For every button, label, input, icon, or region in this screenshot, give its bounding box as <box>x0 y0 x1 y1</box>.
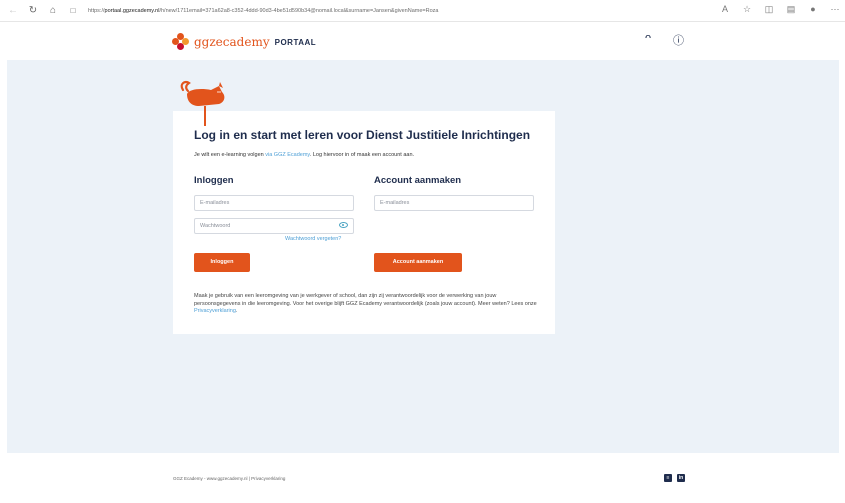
favorite-icon[interactable]: ☆ <box>741 4 753 15</box>
footer-text: GGZ Ecademy - www.ggzecademy.nl | Privac… <box>173 476 286 481</box>
site-footer: GGZ Ecademy - www.ggzecademy.nl | Privac… <box>0 470 845 490</box>
password-placeholder: Wachtwoord <box>200 223 231 229</box>
profile-icon[interactable]: ● <box>807 4 819 15</box>
linkedin-icon[interactable]: in <box>677 474 685 482</box>
cat-illustration <box>180 80 225 126</box>
privacy-note-end: . <box>235 308 238 315</box>
privacy-link[interactable]: Privacyverklaring <box>194 308 236 314</box>
address-bar[interactable]: https://portaal.ggzecademy.nl/h/new/1711… <box>88 8 708 14</box>
url-rest: /h/new/1711email=371a62a8-c352-4ddd-90d3… <box>159 7 439 14</box>
user-icon[interactable]: ᴖ <box>645 32 651 44</box>
login-button[interactable]: Inloggen <box>194 253 250 272</box>
home-icon[interactable]: ⌂ <box>46 5 60 16</box>
url-prefix: https:// <box>88 7 105 14</box>
split-screen-icon[interactable]: ◫ <box>763 4 775 15</box>
url-domain: portaal.ggzecademy.nl <box>104 7 160 14</box>
logo[interactable]: ggzecademy PORTAAL <box>172 33 316 51</box>
read-aloud-icon[interactable]: A <box>719 4 731 15</box>
lock-icon[interactable]: □ <box>66 6 80 15</box>
create-email-field[interactable]: E-mailadres <box>374 195 534 211</box>
create-account-button[interactable]: Account aanmaken <box>374 253 462 272</box>
logo-text: ggzecademy <box>194 35 270 49</box>
site-header: ggzecademy PORTAAL ᴖ ⓘ <box>0 22 845 59</box>
browser-toolbar: ← ↻ ⌂ □ https://portaal.ggzecademy.nl/h/… <box>0 0 845 22</box>
logo-portaal: PORTAAL <box>274 37 317 47</box>
more-icon[interactable]: ⋯ <box>829 4 841 15</box>
login-email-field[interactable]: E-mailadres <box>194 195 354 211</box>
eye-icon[interactable] <box>339 222 348 228</box>
create-account-heading: Account aanmaken <box>374 175 462 186</box>
intro-text: Je wilt een e-learning volgen via GGZ Ec… <box>194 152 414 158</box>
login-heading: Inloggen <box>194 175 234 186</box>
browser-actions: A ☆ ◫ ▤ ● ⋯ <box>719 4 841 15</box>
privacy-note: Maak je gebruik van een leeromgeving van… <box>194 293 544 316</box>
help-icon[interactable]: ⓘ <box>673 32 684 48</box>
forgot-password-link[interactable]: Wachtwoord vergeten? <box>285 236 341 242</box>
back-icon[interactable]: ← <box>6 5 20 16</box>
newsletter-icon[interactable]: ≡ <box>664 474 672 482</box>
create-email-placeholder: E-mailadres <box>380 200 410 206</box>
page-title: Log in en start met leren voor Dienst Ju… <box>194 128 531 142</box>
intro-before: Je wilt een e-learning volgen <box>194 152 266 158</box>
ggz-ecademy-link[interactable]: via GGZ Ecademy <box>265 152 310 158</box>
logo-mark-icon <box>172 33 190 51</box>
login-email-placeholder: E-mailadres <box>200 200 230 206</box>
privacy-note-text: Maak je gebruik van een leeromgeving van… <box>194 293 537 307</box>
password-field[interactable]: Wachtwoord <box>194 218 354 234</box>
intro-after: . Log hiervoor in of maak een account aa… <box>309 152 415 158</box>
collections-icon[interactable]: ▤ <box>785 4 797 15</box>
reload-icon[interactable]: ↻ <box>26 5 40 16</box>
